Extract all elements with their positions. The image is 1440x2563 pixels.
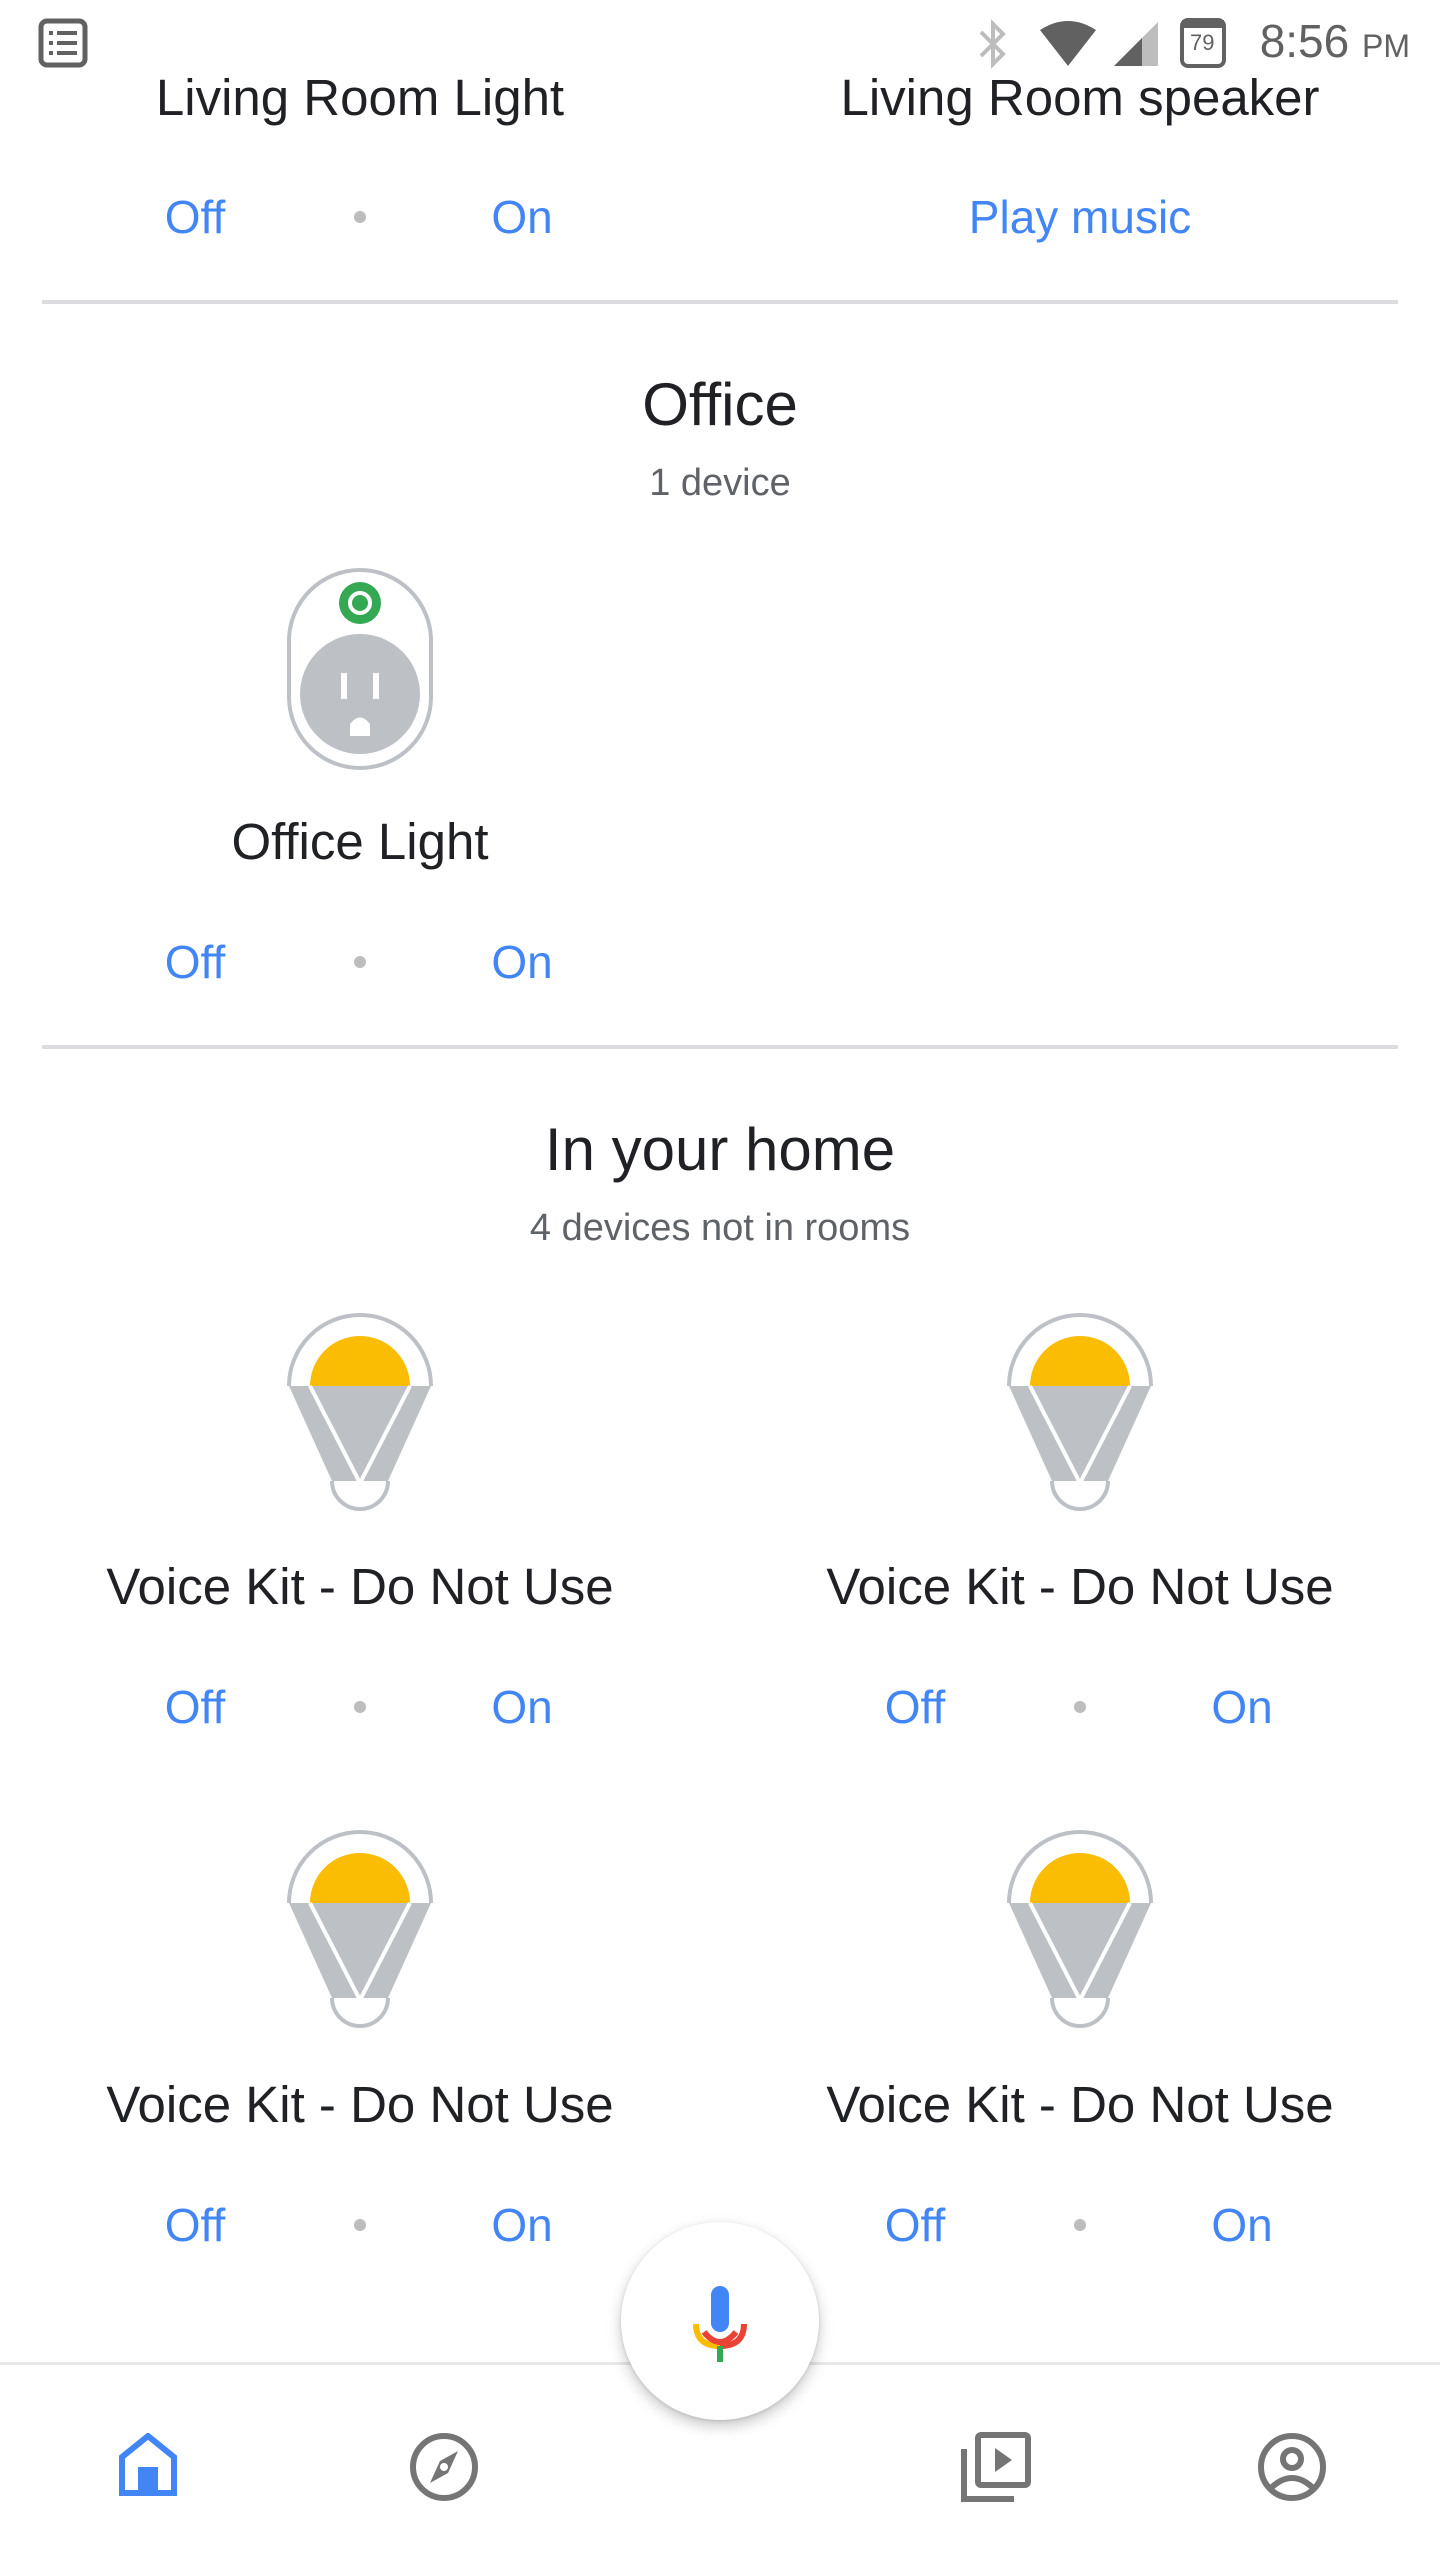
smart-plug-icon[interactable]	[285, 566, 435, 772]
section-subtitle-home: 4 devices not in rooms	[529, 1207, 911, 1249]
light-bulb-icon[interactable]	[1005, 1828, 1155, 2038]
calendar-icon: 79	[1180, 18, 1226, 68]
section-divider	[42, 1045, 1398, 1049]
voice-assistant-button[interactable]	[621, 2222, 819, 2420]
living-room-speaker-play-music-button[interactable]: Play music	[900, 190, 1260, 244]
voice-kit-1-on-button[interactable]: On	[460, 1680, 584, 1734]
voice-kit-2-on-button[interactable]: On	[1180, 1680, 1304, 1734]
media-library-icon[interactable]	[960, 2431, 1032, 2503]
living-room-light-on-button[interactable]: On	[460, 190, 584, 244]
separator-dot	[1074, 1701, 1086, 1713]
device-name-voice-kit-3[interactable]: Voice Kit - Do Not Use	[0, 2075, 720, 2134]
office-light-on-button[interactable]: On	[460, 935, 584, 989]
clock-time: 8:56	[1259, 15, 1350, 67]
device-name-voice-kit-1[interactable]: Voice Kit - Do Not Use	[0, 1557, 720, 1616]
separator-dot	[354, 2219, 366, 2231]
light-bulb-icon[interactable]	[285, 1828, 435, 2038]
clock-ampm: PM	[1362, 28, 1410, 64]
home-icon[interactable]	[118, 2433, 178, 2497]
separator-dot	[354, 211, 366, 223]
voice-kit-4-off-button[interactable]: Off	[850, 2198, 980, 2252]
light-bulb-icon[interactable]	[285, 1311, 435, 1521]
device-name-office-light[interactable]: Office Light	[0, 812, 720, 871]
voice-kit-1-off-button[interactable]: Off	[130, 1680, 260, 1734]
cell-signal-icon	[1114, 22, 1158, 66]
voice-kit-3-off-button[interactable]: Off	[130, 2198, 260, 2252]
explore-compass-icon[interactable]	[408, 2431, 480, 2503]
calendar-day: 79	[1190, 30, 1215, 55]
microphone-icon	[693, 2286, 747, 2362]
status-clock: 8:56 PM	[1260, 14, 1410, 68]
office-light-off-button[interactable]: Off	[130, 935, 260, 989]
device-name-living-room-light[interactable]: Living Room Light	[0, 68, 720, 127]
device-name-voice-kit-4[interactable]: Voice Kit - Do Not Use	[720, 2075, 1440, 2134]
device-name-living-room-speaker[interactable]: Living Room speaker	[720, 68, 1440, 127]
voice-kit-2-off-button[interactable]: Off	[850, 1680, 980, 1734]
separator-dot	[354, 956, 366, 968]
wifi-icon	[1040, 21, 1096, 66]
living-room-light-off-button[interactable]: Off	[130, 190, 260, 244]
task-list-icon	[38, 18, 88, 68]
voice-kit-3-on-button[interactable]: On	[460, 2198, 584, 2252]
bluetooth-icon	[979, 19, 1006, 69]
separator-dot	[1074, 2219, 1086, 2231]
light-bulb-icon[interactable]	[1005, 1311, 1155, 1521]
device-name-voice-kit-2[interactable]: Voice Kit - Do Not Use	[720, 1557, 1440, 1616]
separator-dot	[354, 1701, 366, 1713]
section-title-home: In your home	[544, 1116, 896, 1183]
voice-kit-4-on-button[interactable]: On	[1180, 2198, 1304, 2252]
section-subtitle-office: 1 device	[649, 462, 791, 504]
section-title-office: Office	[642, 371, 798, 438]
section-divider	[42, 300, 1398, 304]
account-icon[interactable]	[1256, 2431, 1328, 2503]
